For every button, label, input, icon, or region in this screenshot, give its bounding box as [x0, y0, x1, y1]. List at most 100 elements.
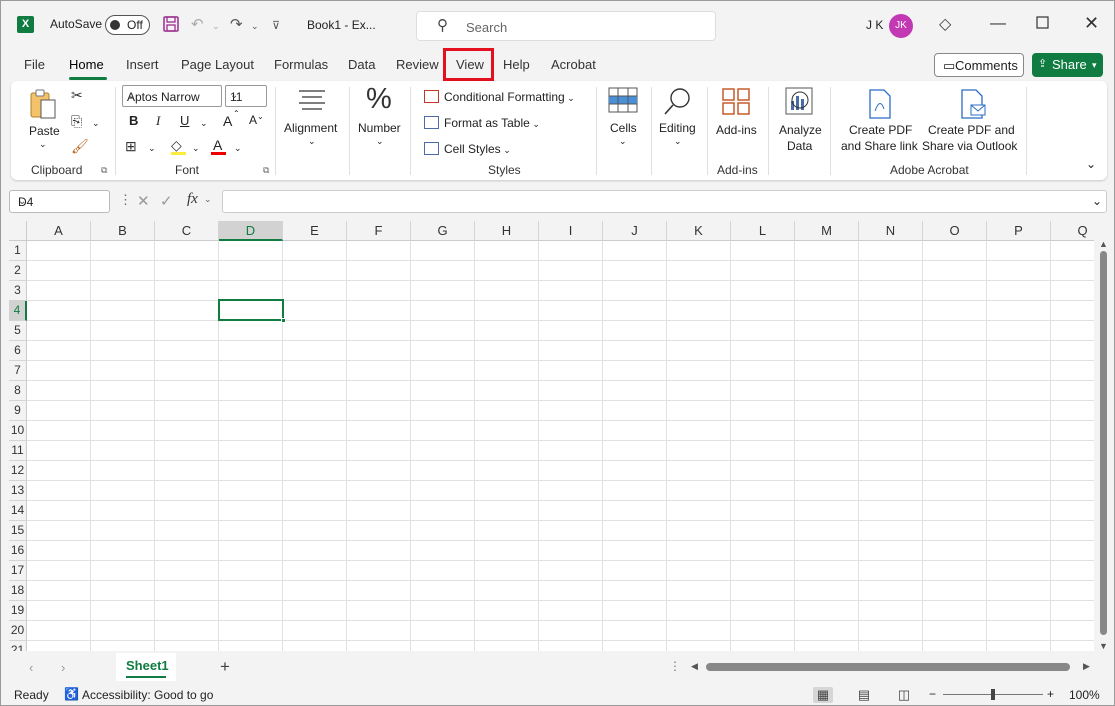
- create-pdf-link-icon[interactable]: [867, 89, 893, 122]
- row-header-14[interactable]: 14: [9, 501, 27, 521]
- row-header-10[interactable]: 10: [9, 421, 27, 441]
- copy-dropdown-icon[interactable]: ⌄: [92, 118, 100, 129]
- create-pdf-link-label-2[interactable]: and Share link: [841, 139, 918, 153]
- column-header-f[interactable]: F: [347, 221, 411, 241]
- customize-qat-icon[interactable]: ⊽: [272, 19, 280, 32]
- tab-data[interactable]: Data: [348, 57, 375, 72]
- column-header-b[interactable]: B: [91, 221, 155, 241]
- copy-icon[interactable]: ⎘: [71, 113, 82, 130]
- column-header-n[interactable]: N: [859, 221, 923, 241]
- row-header-16[interactable]: 16: [9, 541, 27, 561]
- zoom-slider-thumb[interactable]: [991, 689, 995, 700]
- row-header-21[interactable]: 21: [9, 641, 27, 651]
- row-header-19[interactable]: 19: [9, 601, 27, 621]
- bold-button[interactable]: B: [129, 113, 138, 128]
- row-header-13[interactable]: 13: [9, 481, 27, 501]
- maximize-icon[interactable]: [1036, 16, 1049, 34]
- row-header-2[interactable]: 2: [9, 261, 27, 281]
- enter-icon[interactable]: ✓: [160, 192, 173, 210]
- page-break-view-icon[interactable]: ◫: [894, 687, 914, 703]
- active-cell[interactable]: [218, 299, 284, 321]
- analyze-data-icon[interactable]: [785, 87, 815, 120]
- clipboard-launcher-icon[interactable]: ⧉: [101, 165, 107, 176]
- scroll-up-icon[interactable]: ▲: [1099, 239, 1108, 249]
- row-header-4[interactable]: 4: [9, 301, 27, 321]
- cut-icon[interactable]: ✂: [71, 87, 83, 104]
- column-header-a[interactable]: A: [27, 221, 91, 241]
- premium-diamond-icon[interactable]: ◇: [939, 14, 951, 34]
- formula-input[interactable]: ⌄: [222, 190, 1107, 213]
- name-box[interactable]: D4 ⌄: [9, 190, 110, 213]
- cells-icon[interactable]: [608, 87, 638, 116]
- row-header-7[interactable]: 7: [9, 361, 27, 381]
- underline-dropdown-icon[interactable]: ⌄: [200, 118, 208, 129]
- tab-insert[interactable]: Insert: [126, 57, 159, 72]
- create-pdf-link-label-1[interactable]: Create PDF: [849, 123, 912, 137]
- row-header-9[interactable]: 9: [9, 401, 27, 421]
- minimize-icon[interactable]: —: [990, 15, 1006, 33]
- accessibility-icon[interactable]: ♿: [64, 687, 79, 701]
- add-ins-label[interactable]: Add-ins: [716, 123, 757, 137]
- add-ins-icon[interactable]: [722, 88, 752, 119]
- italic-button[interactable]: I: [156, 113, 160, 129]
- fill-handle[interactable]: [281, 318, 286, 323]
- column-header-j[interactable]: J: [603, 221, 667, 241]
- editing-label[interactable]: Editing: [659, 121, 696, 135]
- editing-dropdown-icon[interactable]: ⌄: [674, 136, 682, 147]
- grow-font-button[interactable]: A: [223, 113, 232, 129]
- scroll-down-icon[interactable]: ▼: [1099, 641, 1108, 651]
- cells-dropdown-icon[interactable]: ⌄: [619, 136, 627, 147]
- add-sheet-button[interactable]: +: [220, 657, 230, 677]
- horizontal-scrollbar-thumb[interactable]: [706, 663, 1070, 671]
- zoom-out-button[interactable]: −: [929, 687, 936, 701]
- worksheet-grid[interactable]: A B C D E F G H I J K L M N O P Q 1 2 3 4 5 6 7 8 9 10 11 12 13 14 15 16…: [9, 221, 1094, 651]
- save-icon[interactable]: [162, 15, 180, 37]
- column-header-d[interactable]: D: [219, 221, 283, 241]
- tab-acrobat[interactable]: Acrobat: [551, 57, 596, 72]
- row-header-3[interactable]: 3: [9, 281, 27, 301]
- paste-dropdown-icon[interactable]: ⌄: [39, 139, 47, 150]
- undo-dropdown-icon[interactable]: ⌄: [212, 21, 220, 32]
- scroll-right-icon[interactable]: ▶: [1083, 661, 1090, 672]
- font-color-dropdown-icon[interactable]: ⌄: [234, 143, 242, 154]
- column-header-h[interactable]: H: [475, 221, 539, 241]
- autosave-toggle[interactable]: Off: [105, 15, 150, 35]
- column-header-l[interactable]: L: [731, 221, 795, 241]
- percent-icon[interactable]: %: [366, 83, 392, 116]
- undo-icon[interactable]: ↶: [191, 15, 204, 33]
- row-header-18[interactable]: 18: [9, 581, 27, 601]
- prev-sheet-icon[interactable]: ‹: [29, 660, 33, 675]
- row-header-15[interactable]: 15: [9, 521, 27, 541]
- analyze-label-1[interactable]: Analyze: [779, 123, 822, 137]
- number-label[interactable]: Number: [358, 121, 401, 135]
- close-icon[interactable]: ✕: [1084, 13, 1099, 34]
- column-header-i[interactable]: I: [539, 221, 603, 241]
- borders-dropdown-icon[interactable]: ⌄: [148, 143, 156, 154]
- avatar[interactable]: JK: [889, 14, 913, 38]
- row-header-17[interactable]: 17: [9, 561, 27, 581]
- borders-icon[interactable]: ⊞: [125, 138, 137, 155]
- tab-home[interactable]: Home: [69, 57, 104, 72]
- underline-button[interactable]: U: [180, 113, 189, 128]
- vertical-scrollbar-thumb[interactable]: [1100, 251, 1107, 635]
- row-header-6[interactable]: 6: [9, 341, 27, 361]
- next-sheet-icon[interactable]: ›: [61, 660, 65, 675]
- conditional-formatting-button[interactable]: Conditional Formatting ⌄: [424, 90, 575, 104]
- more-options-icon[interactable]: ⋮: [119, 192, 132, 208]
- alignment-label[interactable]: Alignment: [284, 121, 337, 135]
- column-header-m[interactable]: M: [795, 221, 859, 241]
- tab-help[interactable]: Help: [503, 57, 530, 72]
- cancel-icon[interactable]: ✕: [137, 192, 150, 210]
- number-dropdown-icon[interactable]: ⌄: [376, 136, 384, 147]
- ribbon-collapse-icon[interactable]: ⌄: [1086, 157, 1096, 171]
- insert-function-button[interactable]: fx: [187, 191, 198, 208]
- normal-view-icon[interactable]: ▦: [813, 687, 833, 703]
- zoom-in-button[interactable]: +: [1047, 687, 1054, 701]
- share-button[interactable]: ⇪ Share ▾: [1032, 53, 1103, 77]
- column-header-p[interactable]: P: [987, 221, 1051, 241]
- column-header-o[interactable]: O: [923, 221, 987, 241]
- zoom-level[interactable]: 100%: [1069, 688, 1100, 702]
- tab-file[interactable]: File: [24, 57, 45, 72]
- comments-button[interactable]: ▭ Comments: [934, 53, 1024, 77]
- font-name-select[interactable]: Aptos Narrow ⌄: [122, 85, 222, 107]
